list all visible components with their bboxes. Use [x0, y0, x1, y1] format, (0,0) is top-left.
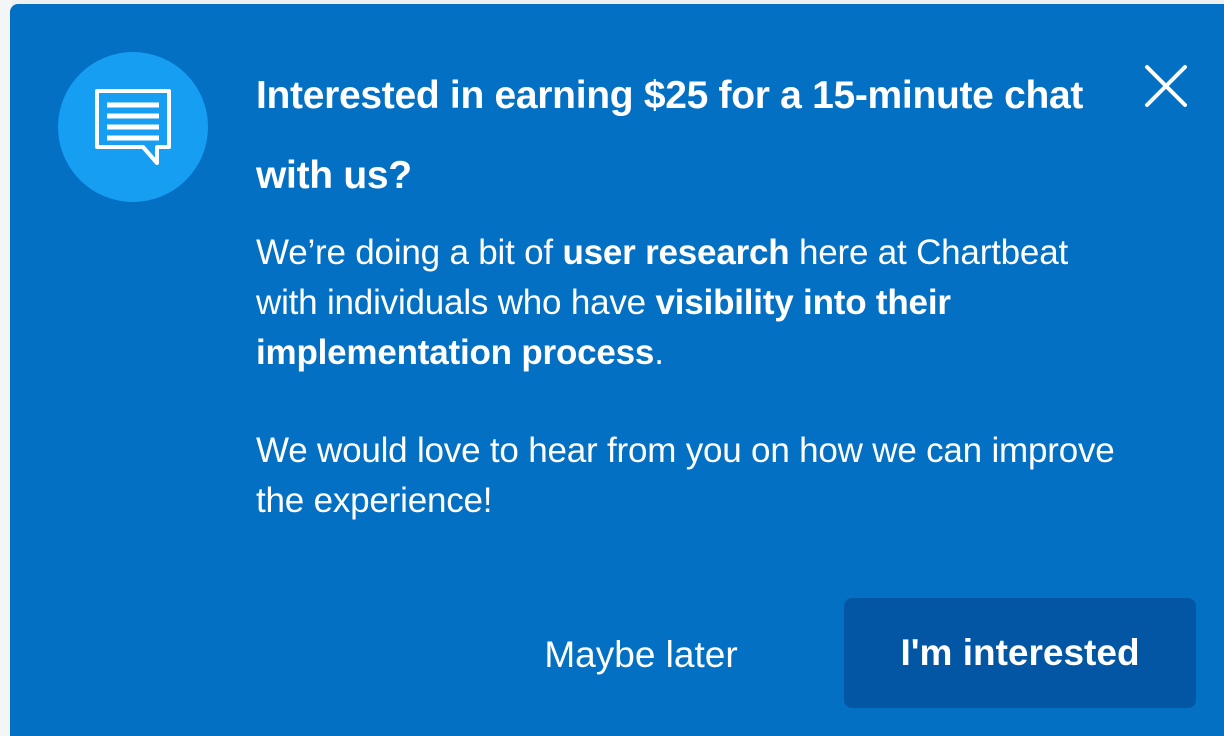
paragraph-feedback: We would love to hear from you on how we…: [256, 431, 1115, 520]
chat-bubble-icon: [91, 85, 175, 169]
paragraph-research: We’re doing a bit of user research here …: [256, 228, 1116, 378]
text-segment: We’re doing a bit of: [256, 233, 563, 272]
chat-badge: [58, 52, 208, 202]
maybe-later-button[interactable]: Maybe later: [506, 620, 776, 690]
bold-user-research: user research: [562, 233, 790, 272]
close-button[interactable]: [1138, 60, 1194, 116]
dialog-body: We’re doing a bit of user research here …: [256, 228, 1116, 526]
dialog-title: Interested in earning $25 for a 15-minut…: [256, 74, 1084, 197]
interested-button[interactable]: I'm interested: [844, 598, 1196, 708]
close-icon: [1144, 64, 1188, 113]
research-invite-dialog: Interested in earning $25 for a 15-minut…: [10, 4, 1224, 736]
text-segment: .: [654, 333, 664, 372]
